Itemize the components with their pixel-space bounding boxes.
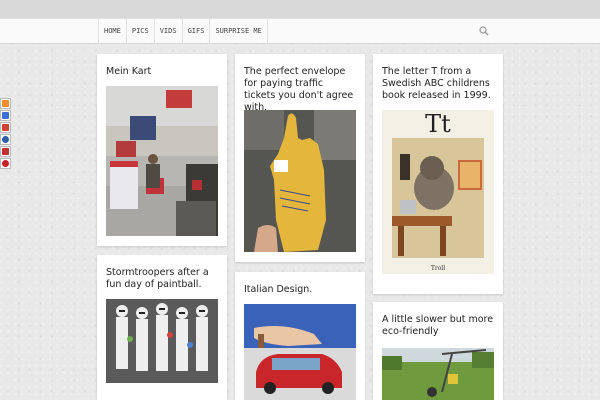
search-icon[interactable]: [478, 25, 490, 37]
delicious-icon[interactable]: [0, 110, 11, 121]
post-card[interactable]: The letter T from a Swedish ABC children…: [373, 54, 503, 294]
nav-surprise-me[interactable]: SURPRISE ME: [209, 19, 268, 43]
nav-menu: HOME PICS VIDS GIFS SURPRISE ME: [98, 19, 268, 43]
youtube-icon[interactable]: [0, 146, 11, 157]
post-image[interactable]: [244, 304, 356, 400]
social-share-bar: [0, 98, 13, 169]
pinterest-icon[interactable]: [0, 158, 11, 169]
illustration-letter: Tt: [425, 110, 451, 138]
post-title[interactable]: Italian Design.: [244, 284, 356, 296]
rss-icon[interactable]: [0, 98, 11, 109]
nav-home[interactable]: HOME: [98, 19, 126, 43]
nav-vids[interactable]: VIDS: [153, 19, 182, 43]
post-card[interactable]: Italian Design.: [235, 272, 365, 400]
post-card[interactable]: The perfect envelope for paying traffic …: [235, 54, 365, 262]
post-card[interactable]: Mein Kart: [97, 54, 227, 246]
post-card[interactable]: A little slower but more eco-friendly: [373, 302, 503, 400]
post-title[interactable]: A little slower but more eco-friendly: [382, 314, 494, 338]
post-title[interactable]: The letter T from a Swedish ABC children…: [382, 66, 494, 102]
illustration-caption: Troll: [431, 265, 445, 272]
post-image[interactable]: [106, 299, 218, 383]
post-image[interactable]: [106, 86, 218, 236]
nav-pics[interactable]: PICS: [125, 19, 154, 43]
post-image[interactable]: Tt Troll: [382, 110, 494, 274]
post-image[interactable]: [382, 348, 494, 400]
post-title[interactable]: Stormtroopers after a fun day of paintba…: [106, 267, 218, 291]
top-strip: [0, 0, 600, 18]
navigation-bar: HOME PICS VIDS GIFS SURPRISE ME: [0, 18, 600, 44]
post-image[interactable]: [244, 110, 356, 252]
post-title[interactable]: The perfect envelope for paying traffic …: [244, 66, 356, 114]
stumbleupon-icon[interactable]: [0, 134, 11, 145]
nav-gifs[interactable]: GIFS: [181, 19, 210, 43]
post-card[interactable]: Stormtroopers after a fun day of paintba…: [97, 255, 227, 400]
post-title[interactable]: Mein Kart: [106, 66, 218, 78]
google-plus-icon[interactable]: [0, 122, 11, 133]
